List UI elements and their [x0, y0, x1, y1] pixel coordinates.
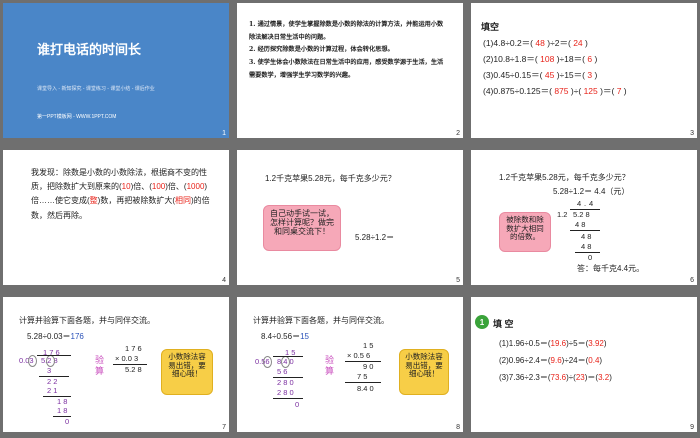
- tip-bubble: 小数除法容易出错，要细心哦！: [399, 349, 449, 395]
- tip-bubble: 小数除法容易出错，要细心哦！: [161, 349, 213, 395]
- exercise-header: 计算并验算下面各题，并与同伴交流。: [253, 316, 389, 325]
- division-expression: 8.4÷0.56＝15: [261, 332, 309, 341]
- word-problem: 1.2千克苹果5.28元，每千克多少元？: [265, 174, 396, 183]
- slide-2-thumbnail[interactable]: 1. 通过情景，使学生掌握除数是小数的除法的计算方法，并能运用小数除法解决日常生…: [237, 3, 463, 138]
- objective-item: 1. 通过情景，使学生掌握除数是小数的除法的计算方法，并能运用小数除法解决日常生…: [249, 21, 444, 41]
- slide-1-thumbnail[interactable]: 谁打电话的时间长 课堂导入 - 新知探究 - 课堂练习 - 课堂小结 - 课后作…: [3, 3, 229, 138]
- fill-line-1: (1)4.8÷0.2＝( 48 )÷2＝( 24 ): [483, 38, 588, 48]
- division-expression: 5.28÷1.2＝ 4.4（元）: [553, 187, 630, 196]
- slide-3-title: 填空: [481, 22, 500, 32]
- slide-number: 4: [222, 277, 226, 284]
- slide-7-thumbnail[interactable]: 计算并验算下面各题，并与同伴交流。 5.28÷0.03＝176 1 7 6 0.…: [3, 297, 229, 432]
- exercise-header: 计算并验算下面各题，并与同伴交流。: [19, 316, 155, 325]
- objective-item: 3. 使学生体会小数除法在日常生活中的应用，感受数学源于生活，生活需要数学，增强…: [249, 59, 444, 79]
- hint-bubble: 自己动手试一试，怎样计算呢？做完和同桌交流下！: [263, 205, 341, 251]
- hint-bubble: 被除数和除数扩大相同的倍数。: [499, 212, 551, 252]
- fill-line-2: (2)0.96÷2.4＝(9.6)÷24＝(0.4): [499, 356, 603, 365]
- slide-8-thumbnail[interactable]: 计算并验算下面各题，并与同伴交流。 8.4÷0.56＝15 1 5 0.56 8…: [237, 297, 463, 432]
- slide-1-subtitle: 课堂导入 - 新知探究 - 课堂练习 - 课堂小结 - 课后作业: [37, 86, 155, 92]
- slide-9-title: 填 空: [493, 319, 514, 329]
- fill-line-4: (4)0.875÷0.125＝( 875 )÷( 125 )＝( 7 ): [483, 86, 627, 96]
- check-label: 验算: [325, 355, 335, 376]
- division-expression: 5.28÷0.03＝176: [27, 332, 84, 341]
- slide-number: 7: [222, 424, 226, 431]
- slide-number: 8: [456, 424, 460, 431]
- fill-line-2: (2)10.8÷1.8＝( 108 )÷18＝( 6 ): [483, 54, 598, 64]
- slide-number: 3: [690, 130, 694, 137]
- slide-number: 1: [222, 130, 226, 137]
- slide-3-thumbnail[interactable]: 填空 (1)4.8÷0.2＝( 48 )÷2＝( 24 ) (2)10.8÷1.…: [471, 3, 697, 138]
- slide-1-website: 第一PPT模板网 - WWW.1PPT.COM: [37, 114, 117, 120]
- fill-line-3: (3)0.45÷0.15＝( 45 )÷15＝( 3 ): [483, 70, 598, 80]
- section-badge: 1: [475, 315, 489, 329]
- slide-number: 2: [456, 130, 460, 137]
- objective-item: 2. 经历探究除数是小数的计算过程，体会转化思想。: [249, 46, 394, 54]
- rule-paragraph: 我发现：除数是小数的小数除法，根据商不变的性质，把除数扩大到原来的(10)倍、(…: [31, 168, 210, 220]
- slide-6-thumbnail[interactable]: 1.2千克苹果5.28元，每千克多少元？ 5.28÷1.2＝ 4.4（元） 被除…: [471, 150, 697, 285]
- division-expression: 5.28÷1.2＝: [355, 233, 395, 242]
- slide-number: 5: [456, 277, 460, 284]
- slide-1-title: 谁打电话的时间长: [37, 42, 142, 57]
- fill-line-1: (1)1.96÷0.5＝(19.6)÷5＝(3.92): [499, 339, 607, 348]
- fill-line-3: (3)7.36÷2.3＝(73.6)÷(23)＝(3.2): [499, 373, 612, 382]
- answer-text: 答：每千克4.4元。: [577, 264, 645, 273]
- slide-4-thumbnail[interactable]: 我发现：除数是小数的小数除法，根据商不变的性质，把除数扩大到原来的(10)倍、(…: [3, 150, 229, 285]
- check-label: 验算: [95, 355, 105, 376]
- slide-9-thumbnail[interactable]: 1 填 空 (1)1.96÷0.5＝(19.6)÷5＝(3.92) (2)0.9…: [471, 297, 697, 432]
- learning-objectives: 1. 通过情景，使学生掌握除数是小数的除法的计算方法，并能运用小数除法解决日常生…: [249, 19, 449, 83]
- slide-5-thumbnail[interactable]: 1.2千克苹果5.28元，每千克多少元？ 自己动手试一试，怎样计算呢？做完和同桌…: [237, 150, 463, 285]
- slide-number: 9: [690, 424, 694, 431]
- word-problem: 1.2千克苹果5.28元，每千克多少元？: [499, 173, 630, 182]
- slide-number: 6: [690, 277, 694, 284]
